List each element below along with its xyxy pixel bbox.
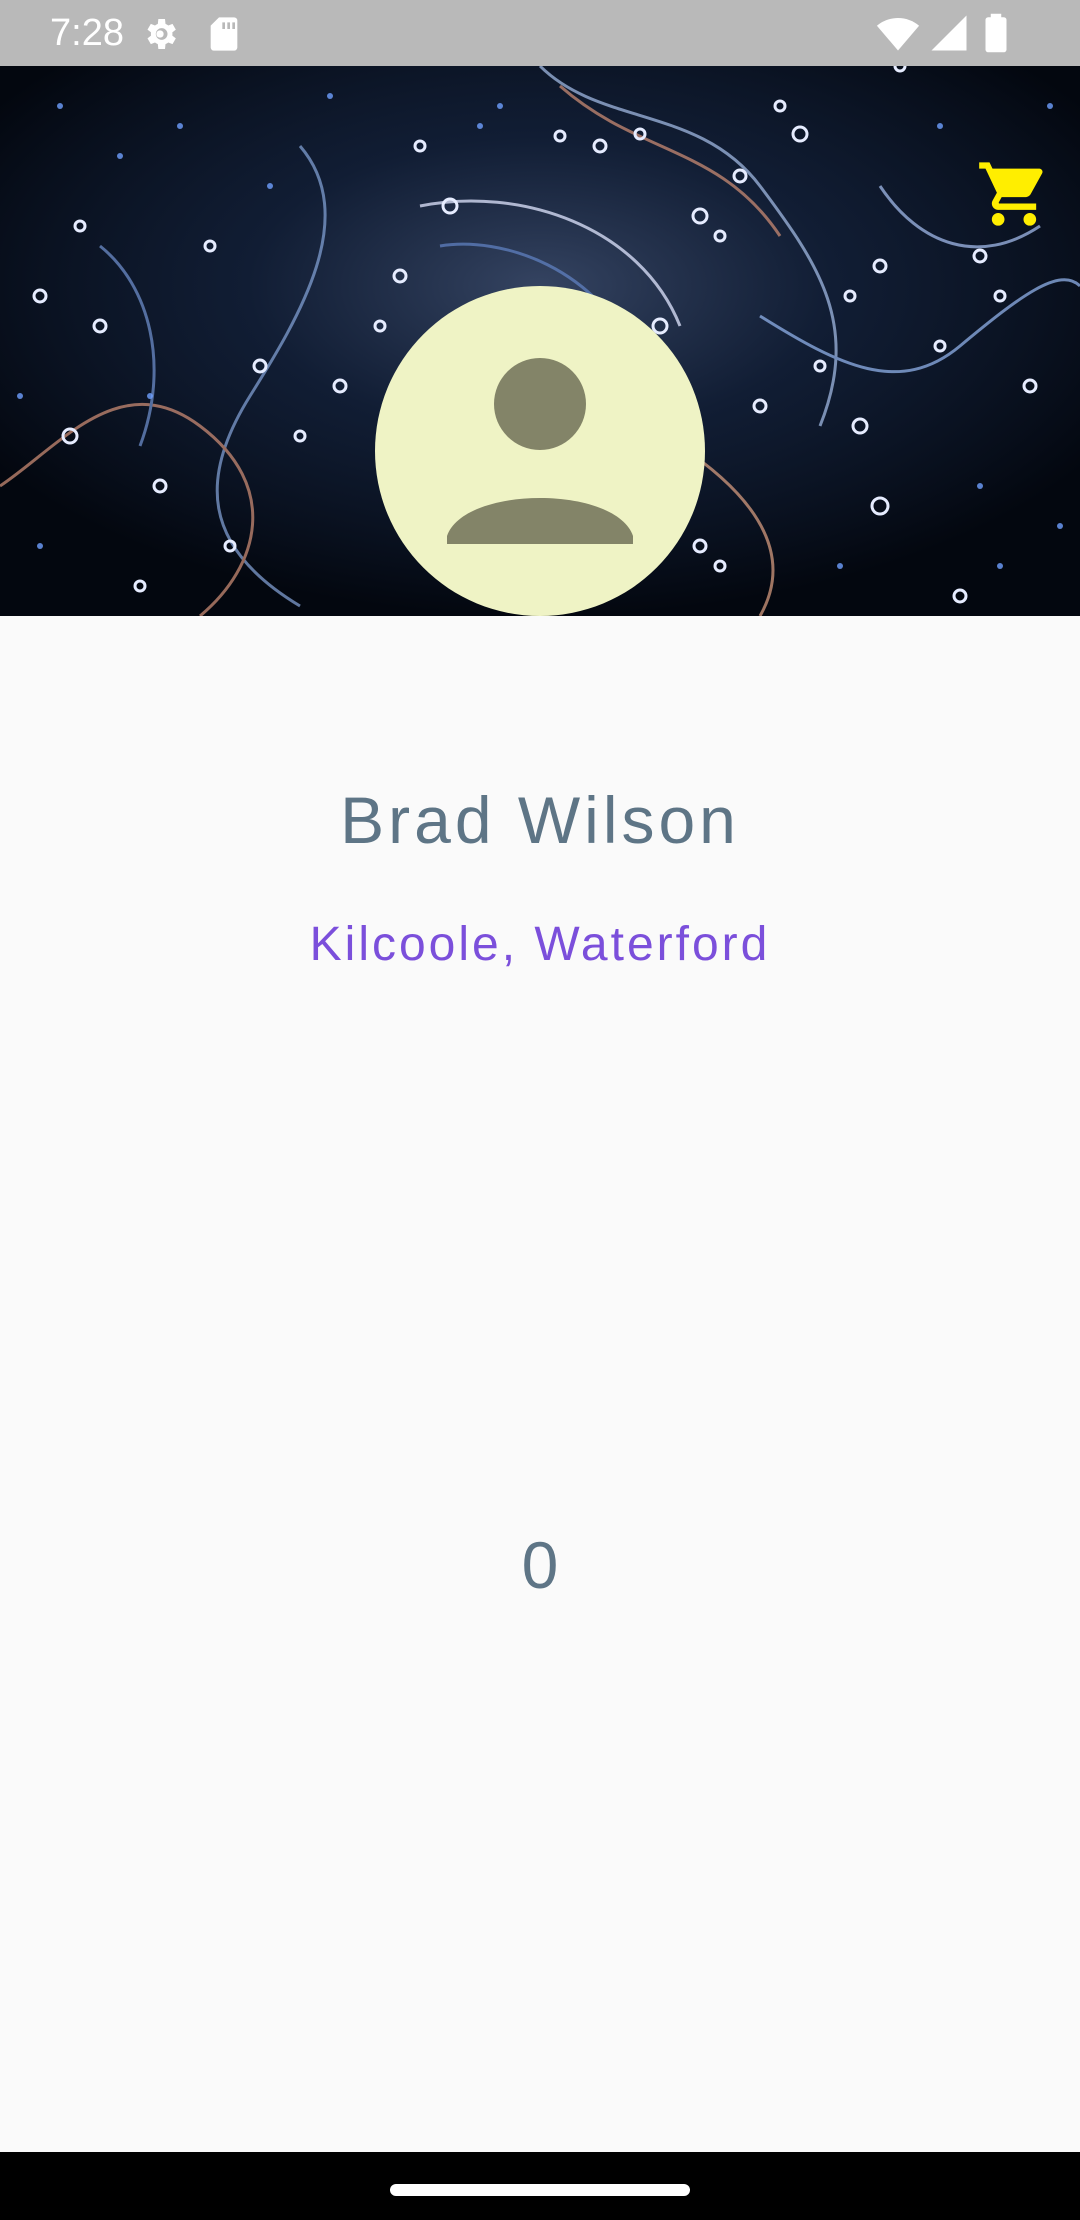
sd-card-icon	[210, 17, 238, 51]
status-time: 7:28	[50, 12, 124, 54]
settings-gear-icon	[147, 19, 176, 49]
navigation-bar	[0, 2152, 1080, 2220]
count-value: 0	[521, 1528, 559, 1602]
status-bar: 7:28	[0, 0, 1080, 66]
profile-location: Kilcoole, Waterford	[309, 918, 771, 971]
avatar[interactable]	[375, 286, 705, 616]
person-placeholder-icon	[447, 358, 633, 544]
profile-name: Brad Wilson	[340, 783, 740, 857]
wifi-icon	[876, 18, 920, 51]
shopping-cart-icon[interactable]	[976, 156, 1052, 232]
home-gesture-handle[interactable]	[390, 2184, 690, 2196]
battery-icon	[985, 13, 1007, 53]
cellular-signal-icon	[931, 15, 967, 51]
